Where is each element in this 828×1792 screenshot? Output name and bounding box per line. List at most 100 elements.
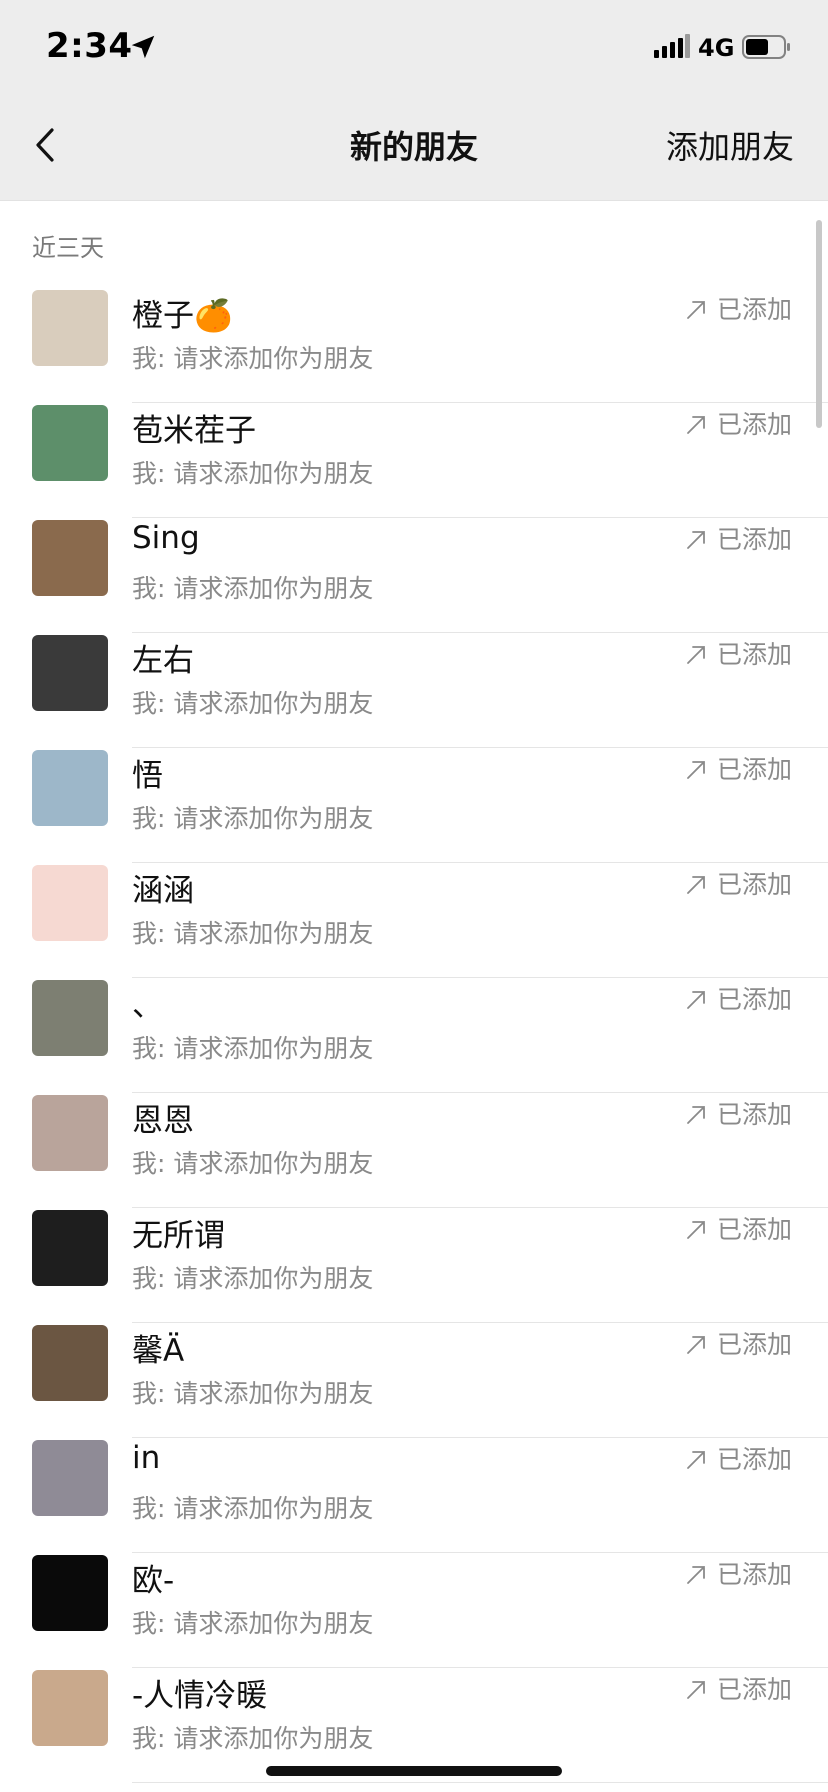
arrow-up-right-icon [687,876,705,894]
contact-row[interactable]: 无所谓我: 请求添加你为朋友 已添加 [0,1208,828,1323]
added-status-label: 已添加 [716,870,792,899]
contact-row[interactable]: 橙子🍊 我: 请求添加你为朋友 已添加 [0,288,828,403]
added-status: 已添加 [685,1095,792,1131]
added-status-label: 已添加 [716,295,792,324]
added-status-label: 已添加 [716,985,792,1014]
arrow-up-right-icon [687,1451,705,1469]
row-divider [132,1782,828,1783]
contact-name: in [132,1440,161,1476]
contact-message: 我: 请求添加你为朋友 [132,804,374,833]
added-status-label: 已添加 [716,410,792,439]
added-status-label: 已添加 [716,525,792,554]
contact-message: 我: 请求添加你为朋友 [132,919,374,948]
added-status: 已添加 [685,980,792,1016]
contact-name: 无所谓 [132,1218,225,1254]
avatar [32,520,108,596]
battery-icon [742,35,790,59]
contact-message: 我: 请求添加你为朋友 [132,574,374,603]
added-status: 已添加 [685,290,792,326]
added-status-label: 已添加 [716,640,792,669]
contact-name: 欧- [132,1563,175,1599]
contact-row[interactable]: 涵涵我: 请求添加你为朋友 已添加 [0,863,828,978]
home-indicator [266,1766,562,1776]
contact-row[interactable]: in 我: 请求添加你为朋友 已添加 [0,1438,828,1553]
contact-message: 我: 请求添加你为朋友 [132,459,374,488]
network-type: 4G [698,34,735,62]
contact-row[interactable]: 悟我: 请求添加你为朋友 已添加 [0,748,828,863]
contact-message: 我: 请求添加你为朋友 [132,1494,374,1523]
contact-name: 涵涵 [132,873,194,909]
contact-row[interactable]: 左右我: 请求添加你为朋友 已添加 [0,633,828,748]
added-status-label: 已添加 [716,1445,792,1474]
contact-row[interactable]: 馨Ä 我: 请求添加你为朋友 已添加 [0,1323,828,1438]
added-status-label: 已添加 [716,1100,792,1129]
added-status-label: 已添加 [716,755,792,784]
avatar [32,635,108,711]
arrow-up-right-icon [687,301,705,319]
contact-message: 我: 请求添加你为朋友 [132,1034,374,1063]
added-status: 已添加 [685,1670,792,1706]
contact-message: 我: 请求添加你为朋友 [132,344,374,373]
contact-row[interactable]: 恩恩我: 请求添加你为朋友 已添加 [0,1093,828,1208]
status-bar: 2:34 4G [0,0,828,96]
section-header: 近三天 [32,234,104,262]
added-status: 已添加 [685,1555,792,1591]
added-status: 已添加 [685,635,792,671]
contact-name: 左右 [132,643,194,679]
arrow-up-right-icon [687,991,705,1009]
arrow-up-right-icon [687,1221,705,1239]
arrow-up-right-icon [687,761,705,779]
arrow-up-right-icon [687,1106,705,1124]
added-status: 已添加 [685,750,792,786]
avatar [32,405,108,481]
scrollbar[interactable] [816,220,822,428]
navigation-bar: 新的朋友 添加朋友 [0,96,828,201]
avatar [32,1555,108,1631]
added-status: 已添加 [685,865,792,901]
arrow-up-right-icon [687,1566,705,1584]
added-status-label: 已添加 [716,1675,792,1704]
contact-name: 恩恩 [132,1103,194,1139]
arrow-up-right-icon [687,416,705,434]
avatar [32,750,108,826]
added-status-label: 已添加 [716,1330,792,1359]
contact-name: 悟 [132,758,163,794]
contact-name: 馨Ä [132,1333,185,1369]
added-status-label: 已添加 [716,1215,792,1244]
avatar [32,1325,108,1401]
contact-row[interactable]: 欧- 我: 请求添加你为朋友 已添加 [0,1553,828,1668]
added-status: 已添加 [685,1210,792,1246]
avatar [32,290,108,366]
avatar [32,1670,108,1746]
arrow-up-right-icon [687,646,705,664]
contact-message: 我: 请求添加你为朋友 [132,1264,374,1293]
added-status: 已添加 [685,1440,792,1476]
contact-row[interactable]: Sing 我: 请求添加你为朋友 已添加 [0,518,828,633]
arrow-up-right-icon [687,1681,705,1699]
avatar [32,1210,108,1286]
signal-bars-icon [654,34,690,58]
add-friend-button[interactable]: 添加朋友 [666,122,794,168]
status-time: 2:34 [46,26,133,66]
contact-message: 我: 请求添加你为朋友 [132,1609,374,1638]
contact-name: 、 [132,988,163,1024]
contact-name: 苞米茬子 [132,413,256,449]
contact-list: 橙子🍊 我: 请求添加你为朋友 已添加 苞米茬子 我: 请求添加你为朋友 已添加 Sing 我… [0,288,828,1783]
avatar [32,1440,108,1516]
added-status: 已添加 [685,520,792,556]
contact-message: 我: 请求添加你为朋友 [132,1379,374,1408]
avatar [32,1095,108,1171]
location-arrow-icon [131,35,155,59]
contact-row[interactable]: 苞米茬子我: 请求添加你为朋友 已添加 [0,403,828,518]
arrow-up-right-icon [687,1336,705,1354]
arrow-up-right-icon [687,531,705,549]
contact-name: Sing [132,520,200,556]
avatar [32,865,108,941]
contact-name: -人情冷暖 [132,1678,268,1714]
contact-message: 我: 请求添加你为朋友 [132,1149,374,1178]
contact-row[interactable]: 、我: 请求添加你为朋友 已添加 [0,978,828,1093]
contact-message: 我: 请求添加你为朋友 [132,1724,374,1753]
contact-name: 橙子🍊 [132,298,233,334]
added-status-label: 已添加 [716,1560,792,1589]
contact-message: 我: 请求添加你为朋友 [132,689,374,718]
